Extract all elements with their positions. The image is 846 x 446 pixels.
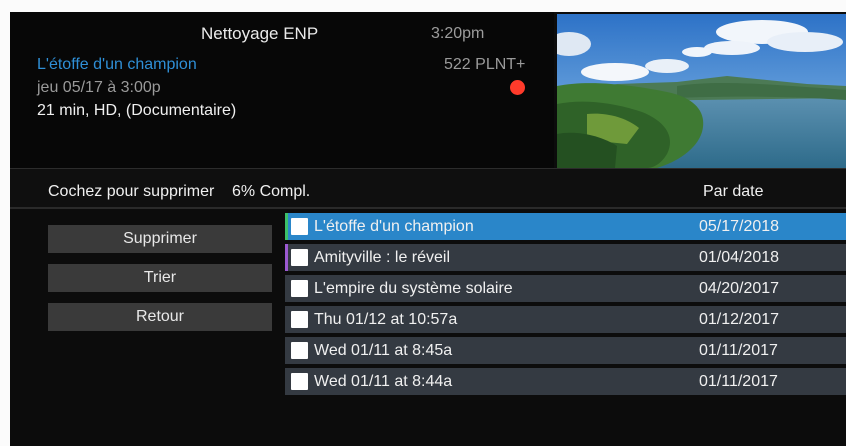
recording-flag: [285, 337, 288, 364]
recording-name: Wed 01/11 at 8:44a: [314, 373, 453, 390]
delete-button[interactable]: Supprimer: [48, 225, 272, 253]
recording-row[interactable]: Amityville : le réveil 01/04/2018: [285, 244, 846, 271]
checkbox-icon[interactable]: [291, 311, 308, 328]
checkbox-icon[interactable]: [291, 342, 308, 359]
recording-name: Wed 01/11 at 8:45a: [314, 342, 453, 359]
recording-flag: [285, 306, 288, 333]
back-button[interactable]: Retour: [48, 303, 272, 331]
program-details: 21 min, HD, (Documentaire): [37, 102, 237, 119]
disk-completion: 6% Compl.: [232, 183, 311, 200]
recording-date: 01/04/2018: [699, 249, 780, 266]
recording-row[interactable]: Wed 01/11 at 8:45a 01/11/2017: [285, 337, 846, 364]
recording-date: 05/17/2018: [699, 218, 780, 235]
program-channel: 522 PLNT+: [444, 56, 526, 73]
dvr-screen: Nettoyage ENP 3:20pm L'étoffe d'un champ…: [0, 0, 846, 446]
sort-button[interactable]: Trier: [48, 264, 272, 292]
recording-flag: [285, 213, 288, 240]
recording-name: Amityville : le réveil: [314, 249, 451, 266]
program-title: L'étoffe d'un champion: [37, 56, 197, 73]
top-frame-border: [0, 0, 846, 12]
recording-date: 01/11/2017: [699, 342, 778, 359]
sort-order-label: Par date: [703, 183, 764, 200]
recording-row[interactable]: L'empire du système solaire 04/20/2017: [285, 275, 846, 302]
left-frame-border: [0, 0, 10, 446]
recording-row[interactable]: Thu 01/12 at 10:57a 01/12/2017: [285, 306, 846, 333]
program-airing: jeu 05/17 à 3:00p: [37, 79, 161, 96]
recording-indicator-icon: [510, 80, 525, 95]
status-divider: [10, 207, 846, 209]
video-preview: [557, 14, 846, 168]
recording-flag: [285, 368, 288, 395]
recording-date: 01/11/2017: [699, 373, 778, 390]
recording-row[interactable]: L'étoffe d'un champion 05/17/2018: [285, 213, 846, 240]
recording-flag: [285, 244, 288, 271]
current-time: 3:20pm: [431, 25, 485, 42]
checkbox-icon[interactable]: [291, 249, 308, 266]
recording-flag: [285, 275, 288, 302]
checkbox-icon[interactable]: [291, 280, 308, 297]
recording-date: 04/20/2017: [699, 280, 780, 297]
checkbox-icon[interactable]: [291, 373, 308, 390]
recording-name: L'étoffe d'un champion: [314, 218, 474, 235]
delete-instruction: Cochez pour supprimer: [48, 183, 215, 200]
recording-name: Thu 01/12 at 10:57a: [314, 311, 458, 328]
screen-title: Nettoyage ENP: [201, 24, 319, 43]
recording-name: L'empire du système solaire: [314, 280, 513, 297]
recording-date: 01/12/2017: [699, 311, 780, 328]
landscape-preview-image: [557, 14, 846, 168]
recording-row[interactable]: Wed 01/11 at 8:44a 01/11/2017: [285, 368, 846, 395]
checkbox-icon[interactable]: [291, 218, 308, 235]
